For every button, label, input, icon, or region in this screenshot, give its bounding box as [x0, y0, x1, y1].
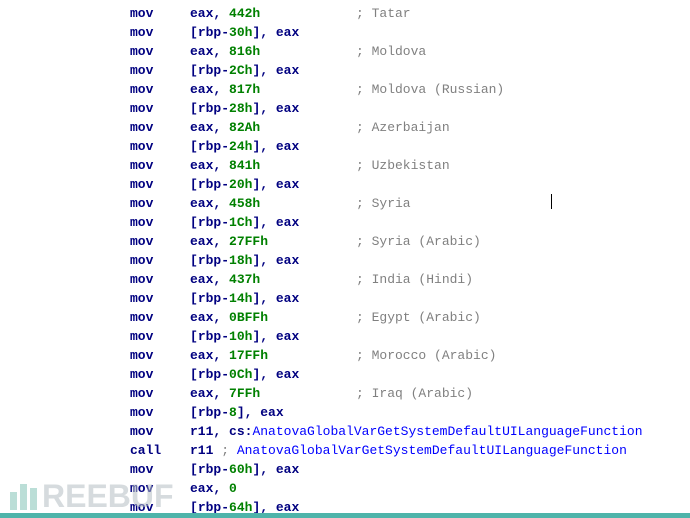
operands: [rbp-20h], eax: [190, 175, 299, 194]
operands: [rbp-18h], eax: [190, 251, 299, 270]
mnemonic: mov: [0, 327, 190, 346]
asm-line: moveax, 458h; Syria: [0, 194, 690, 213]
asm-line: mov[rbp-60h], eax: [0, 460, 690, 479]
asm-line: mov[rbp-8], eax: [0, 403, 690, 422]
operands: [rbp-8], eax: [190, 403, 284, 422]
operands: [rbp-1Ch], eax: [190, 213, 299, 232]
asm-line: mov[rbp-30h], eax: [0, 23, 690, 42]
mnemonic: mov: [0, 175, 190, 194]
watermark-logo: REEBUF: [10, 484, 174, 510]
mnemonic: mov: [0, 213, 190, 232]
mnemonic: mov: [0, 80, 190, 99]
asm-line: mov[rbp-14h], eax: [0, 289, 690, 308]
mnemonic: mov: [0, 270, 190, 289]
operands: r11, cs:AnatovaGlobalVarGetSystemDefault…: [190, 422, 643, 441]
comment: ; Moldova (Russian): [356, 82, 504, 97]
asm-line: mov[rbp-1Ch], eax: [0, 213, 690, 232]
operands: [rbp-60h], eax: [190, 460, 299, 479]
mnemonic: mov: [0, 460, 190, 479]
mnemonic: mov: [0, 365, 190, 384]
operands: eax, 7FFh: [190, 384, 356, 403]
mnemonic: mov: [0, 403, 190, 422]
mnemonic: mov: [0, 99, 190, 118]
symbol: AnatovaGlobalVarGetSystemDefaultUILangua…: [237, 443, 627, 458]
operands: eax, 17FFh: [190, 346, 356, 365]
asm-line: moveax, 0BFFh; Egypt (Arabic): [0, 308, 690, 327]
asm-line: moveax, 437h; India (Hindi): [0, 270, 690, 289]
asm-line: moveax, 17FFh; Morocco (Arabic): [0, 346, 690, 365]
asm-line: mov[rbp-0Ch], eax: [0, 365, 690, 384]
mnemonic: mov: [0, 308, 190, 327]
watermark-bars-icon: [10, 484, 40, 510]
asm-line: mov[rbp-28h], eax: [0, 99, 690, 118]
comment: ; Tatar: [356, 6, 411, 21]
asm-line: movr11, cs:AnatovaGlobalVarGetSystemDefa…: [0, 422, 690, 441]
mnemonic: mov: [0, 61, 190, 80]
mnemonic: mov: [0, 251, 190, 270]
symbol: AnatovaGlobalVarGetSystemDefaultUILangua…: [252, 424, 642, 439]
mnemonic: mov: [0, 289, 190, 308]
operands: eax, 442h: [190, 4, 356, 23]
disassembly-listing: moveax, 442h; Tatarmov[rbp-30h], eaxmove…: [0, 0, 690, 517]
comment: ; Syria: [356, 196, 411, 211]
operands: eax, 27FFh: [190, 232, 356, 251]
asm-line: mov[rbp-2Ch], eax: [0, 61, 690, 80]
operands: eax, 816h: [190, 42, 356, 61]
asm-line: moveax, 816h; Moldova: [0, 42, 690, 61]
mnemonic: mov: [0, 232, 190, 251]
asm-line: moveax, 7FFh; Iraq (Arabic): [0, 384, 690, 403]
operands: eax, 82Ah: [190, 118, 356, 137]
asm-line: callr11 ; AnatovaGlobalVarGetSystemDefau…: [0, 441, 690, 460]
operands: eax, 841h: [190, 156, 356, 175]
operands: [rbp-0Ch], eax: [190, 365, 299, 384]
asm-line: moveax, 841h; Uzbekistan: [0, 156, 690, 175]
mnemonic: mov: [0, 4, 190, 23]
mnemonic: mov: [0, 384, 190, 403]
asm-line: mov[rbp-20h], eax: [0, 175, 690, 194]
comment: ; Iraq (Arabic): [356, 386, 473, 401]
mnemonic: call: [0, 441, 190, 460]
operands: eax, 817h: [190, 80, 356, 99]
mnemonic: mov: [0, 118, 190, 137]
comment: ; Uzbekistan: [356, 158, 450, 173]
asm-line: mov[rbp-24h], eax: [0, 137, 690, 156]
operands: [rbp-10h], eax: [190, 327, 299, 346]
mnemonic: mov: [0, 137, 190, 156]
comment: ; Morocco (Arabic): [356, 348, 496, 363]
comment: ; Syria (Arabic): [356, 234, 481, 249]
comment: ; Egypt (Arabic): [356, 310, 481, 325]
mnemonic: mov: [0, 42, 190, 61]
asm-line: moveax, 27FFh; Syria (Arabic): [0, 232, 690, 251]
operands: [rbp-28h], eax: [190, 99, 299, 118]
asm-line: moveax, 82Ah; Azerbaijan: [0, 118, 690, 137]
operands: eax, 0: [190, 479, 237, 498]
operands: eax, 437h: [190, 270, 356, 289]
comment: ; Moldova: [356, 44, 426, 59]
asm-line: moveax, 817h; Moldova (Russian): [0, 80, 690, 99]
operands: [rbp-2Ch], eax: [190, 61, 299, 80]
operands: [rbp-14h], eax: [190, 289, 299, 308]
comment: ; India (Hindi): [356, 272, 473, 287]
asm-line: moveax, 442h; Tatar: [0, 4, 690, 23]
mnemonic: mov: [0, 422, 190, 441]
mnemonic: mov: [0, 23, 190, 42]
text-cursor: [551, 194, 552, 209]
operands: r11 ; AnatovaGlobalVarGetSystemDefaultUI…: [190, 441, 627, 460]
asm-line: mov[rbp-10h], eax: [0, 327, 690, 346]
operands: [rbp-24h], eax: [190, 137, 299, 156]
operands: eax, 458h: [190, 194, 356, 213]
operands: [rbp-30h], eax: [190, 23, 299, 42]
bottom-accent: [0, 513, 690, 518]
asm-line: mov[rbp-18h], eax: [0, 251, 690, 270]
operands: eax, 0BFFh: [190, 308, 356, 327]
mnemonic: mov: [0, 346, 190, 365]
comment: ; Azerbaijan: [356, 120, 450, 135]
mnemonic: mov: [0, 194, 190, 213]
mnemonic: mov: [0, 156, 190, 175]
watermark-text: REEBUF: [42, 478, 174, 514]
